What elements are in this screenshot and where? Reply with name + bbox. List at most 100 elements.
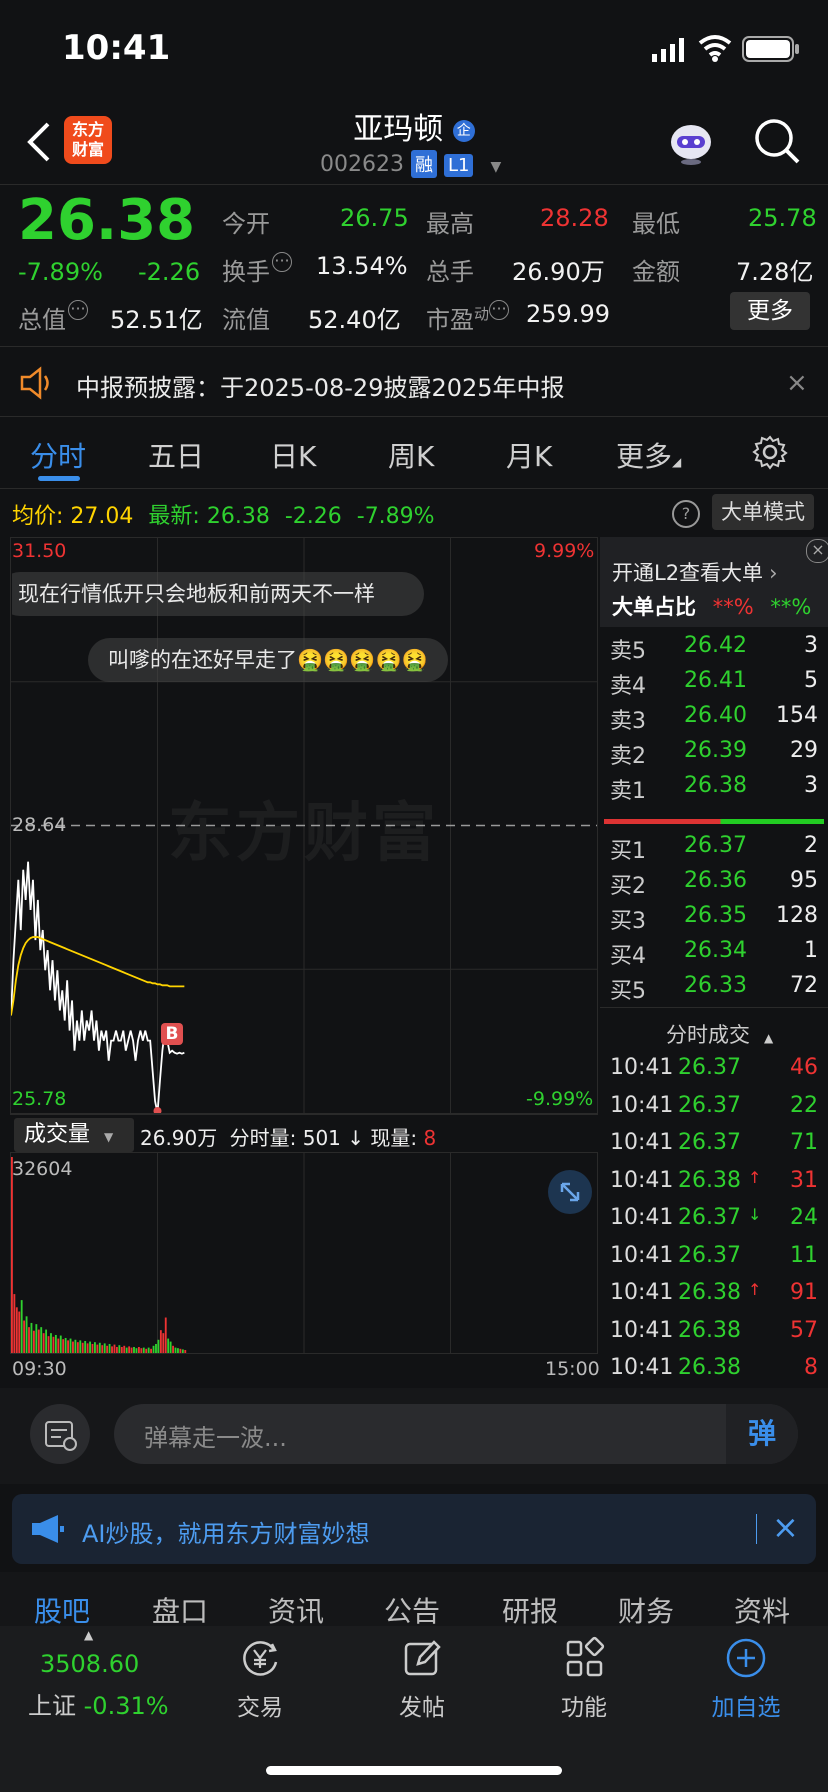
level-volume: 3 xyxy=(804,773,818,798)
chevron-right-icon: › xyxy=(769,561,778,585)
latest-change: -2.26 xyxy=(284,504,342,529)
tab-five-day[interactable]: 五日 xyxy=(148,435,204,475)
tab-active-indicator xyxy=(38,476,80,481)
close-icon[interactable]: × xyxy=(806,539,828,563)
tab-monthly-k[interactable]: 月K xyxy=(506,435,552,475)
status-bar: 10:41 xyxy=(0,0,828,100)
volume-selector[interactable]: 成交量 ▼ xyxy=(14,1118,134,1152)
nav-trade[interactable]: 交易 xyxy=(200,1636,320,1736)
nav-functions[interactable]: 功能 xyxy=(524,1636,644,1736)
tab-daily-k[interactable]: 日K xyxy=(270,435,316,475)
close-icon[interactable]: × xyxy=(786,368,808,398)
buy-marker[interactable]: B xyxy=(161,1023,183,1045)
nav-add-watchlist[interactable]: 加自选 xyxy=(686,1636,806,1736)
volume-bar xyxy=(20,1300,23,1353)
nav-post-label: 发帖 xyxy=(399,1695,445,1721)
settings-gear-icon[interactable] xyxy=(752,434,788,470)
info-icon[interactable]: ··· xyxy=(68,300,88,320)
trade-direction-icon: ↑ xyxy=(748,1167,762,1187)
megaphone-icon xyxy=(30,1514,66,1544)
divider xyxy=(0,488,828,489)
pe-value: 259.99 xyxy=(526,300,610,328)
speaker-icon xyxy=(18,366,54,400)
status-time: 10:41 xyxy=(62,28,171,68)
subtab-orderbook[interactable]: 盘口 xyxy=(152,1590,208,1630)
buy-level-row[interactable]: 买5 26.33 72 xyxy=(600,973,828,1007)
index-value[interactable]: 3508.60 xyxy=(40,1650,139,1678)
level-label: 买5 xyxy=(610,979,646,1004)
trades-title[interactable]: 分时成交 ▲ xyxy=(666,1019,773,1049)
subtab-profile[interactable]: 资料 xyxy=(734,1590,790,1630)
index-row[interactable]: 上证 -0.31% xyxy=(28,1686,169,1721)
volume-bar xyxy=(13,1294,16,1353)
volume-bar xyxy=(84,1340,87,1353)
expand-icon[interactable] xyxy=(548,1170,592,1214)
ai-banner[interactable]: AI炒股，就用东方财富妙想 × xyxy=(12,1494,816,1564)
big-ratio-row: 大单占比 **% **% xyxy=(612,595,812,619)
subtab-forum[interactable]: 股吧 xyxy=(34,1590,90,1630)
level-price: 26.40 xyxy=(684,703,747,728)
subtab-research[interactable]: 研报 xyxy=(502,1590,558,1630)
tab-intraday[interactable]: 分时 xyxy=(30,435,86,475)
level-price: 26.35 xyxy=(684,903,747,928)
nav-trade-label: 交易 xyxy=(237,1695,283,1721)
send-danmu-button[interactable]: 弹 xyxy=(726,1404,798,1464)
l2-promo[interactable]: 开通L2查看大单 › 大单占比 **% **% × xyxy=(600,537,828,627)
big-order-mode-button[interactable]: 大单模式 xyxy=(712,494,814,530)
buy-level-row[interactable]: 买4 26.34 1 xyxy=(600,938,828,972)
info-icon[interactable]: ··· xyxy=(489,300,510,320)
level-price: 26.34 xyxy=(684,938,747,963)
subtab-finance[interactable]: 财务 xyxy=(618,1590,674,1630)
volume-bar xyxy=(23,1320,26,1353)
orderbook-panel: 开通L2查看大单 › 大单占比 **% **% × 卖5 26.42 3 卖4 26.41… xyxy=(600,537,828,1387)
level-volume: 128 xyxy=(776,903,818,928)
top-price-label: 31.50 xyxy=(12,540,67,562)
trade-volume: 57 xyxy=(790,1317,818,1343)
volume-bar xyxy=(147,1347,150,1353)
danmu-toggle-icon[interactable] xyxy=(30,1404,90,1464)
subtab-news[interactable]: 资讯 xyxy=(268,1590,324,1630)
trade-price: 26.38 xyxy=(678,1280,741,1305)
stock-code-row[interactable]: 002623 融 L1 ▼ xyxy=(320,150,501,178)
sell-level-row[interactable]: 卖2 26.39 29 xyxy=(600,738,828,772)
level-volume: 95 xyxy=(790,868,818,893)
level-volume: 5 xyxy=(804,668,818,693)
volume-bar xyxy=(98,1342,101,1353)
avg-label: 均价: xyxy=(12,504,64,529)
level-label: 买4 xyxy=(610,944,646,969)
help-icon[interactable]: ? xyxy=(672,500,700,528)
volume-bar xyxy=(18,1311,21,1353)
info-icon[interactable]: ··· xyxy=(272,252,292,272)
sell-level-row[interactable]: 卖3 26.40 154 xyxy=(600,703,828,737)
tab-weekly-k[interactable]: 周K xyxy=(388,435,434,475)
sell-level-row[interactable]: 卖5 26.42 3 xyxy=(600,633,828,667)
level-volume: 3 xyxy=(804,633,818,658)
tab-more[interactable]: 更多◢ xyxy=(616,435,681,475)
now-volume-label: 现量: xyxy=(370,1126,418,1150)
float-cap-value: 52.40亿 xyxy=(308,306,401,334)
subtab-announcements[interactable]: 公告 xyxy=(384,1590,440,1630)
volume-bar xyxy=(15,1307,18,1353)
danmu-input[interactable]: 弹幕走一波... 弹 xyxy=(114,1404,798,1464)
level-price: 26.33 xyxy=(684,973,747,998)
change-amount: -2.26 xyxy=(138,258,201,286)
search-icon[interactable] xyxy=(752,116,802,166)
more-button[interactable]: 更多 xyxy=(730,292,810,330)
nav-post[interactable]: 发帖 xyxy=(362,1636,482,1736)
buy-level-row[interactable]: 买1 26.37 2 xyxy=(600,833,828,867)
down-arrow-icon: ↓ xyxy=(347,1126,365,1150)
volume-bar xyxy=(69,1338,72,1353)
price-line xyxy=(11,861,185,1113)
high-label: 最高 xyxy=(426,210,474,238)
sell-level-row[interactable]: 卖1 26.38 3 xyxy=(600,773,828,807)
buy-level-row[interactable]: 买2 26.36 95 xyxy=(600,868,828,902)
enterprise-badge: 企 xyxy=(452,119,475,142)
robot-assistant-icon[interactable] xyxy=(666,118,716,166)
volume-bar xyxy=(72,1341,74,1353)
ai-banner-text: AI炒股，就用东方财富妙想 xyxy=(82,1520,370,1548)
sell-level-row[interactable]: 卖4 26.41 5 xyxy=(600,668,828,702)
close-icon[interactable]: × xyxy=(772,1508,799,1546)
buy-level-row[interactable]: 买3 26.35 128 xyxy=(600,903,828,937)
trade-row: 10:41 26.37 22 xyxy=(600,1093,828,1127)
notice-banner[interactable]: 中报预披露：于2025-08-29披露2025年中报 × xyxy=(0,348,828,418)
